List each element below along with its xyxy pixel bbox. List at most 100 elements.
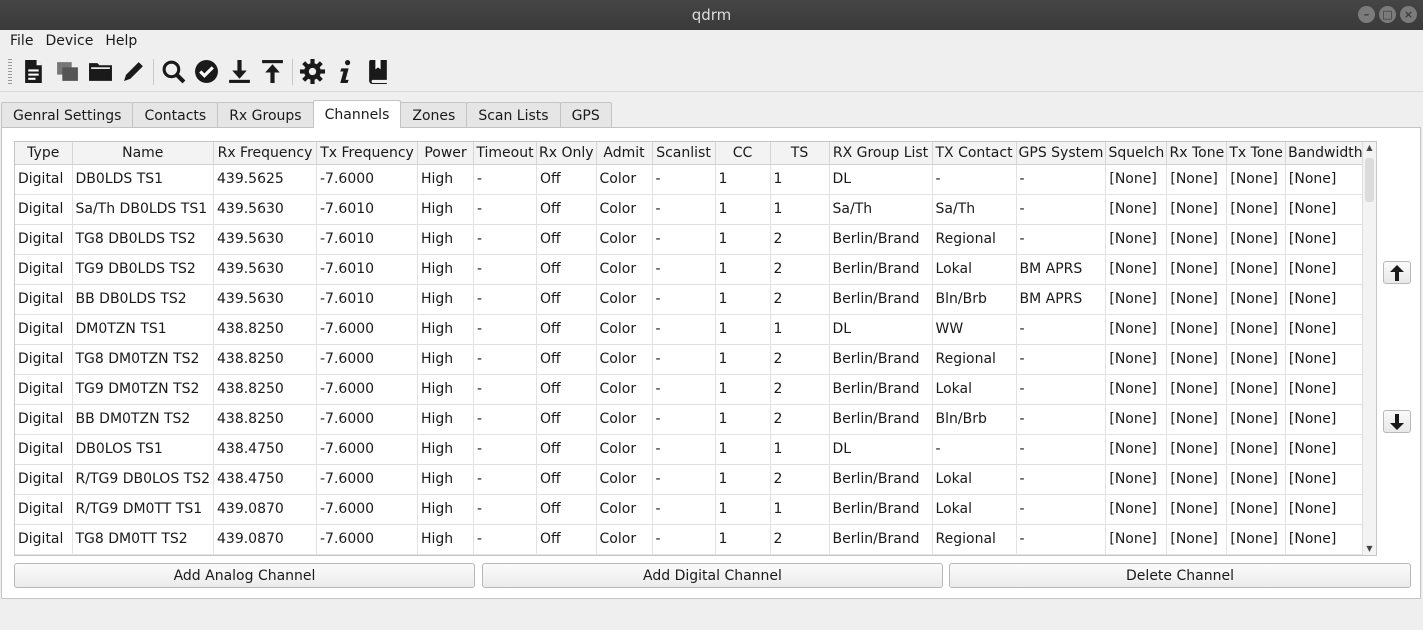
table-cell[interactable]: -7.6000 [316, 524, 418, 555]
table-cell[interactable]: 439.0870 [213, 524, 317, 555]
table-cell[interactable]: -7.6000 [316, 464, 418, 495]
table-cell[interactable]: 1 [715, 464, 771, 495]
table-cell[interactable]: Digital [15, 164, 73, 195]
table-cell[interactable]: Digital [15, 404, 73, 435]
table-cell[interactable]: [None] [1166, 524, 1228, 555]
table-cell[interactable]: 1 [715, 344, 771, 375]
table-cell[interactable]: [None] [1226, 434, 1286, 465]
table-cell[interactable]: [None] [1105, 194, 1168, 225]
download-icon[interactable] [223, 55, 256, 88]
table-row[interactable]: Digital TG9 DB0LDS TS2 439.5630 -7.6010 High… [15, 254, 1366, 285]
table-cell[interactable]: High [417, 494, 474, 525]
table-row[interactable]: Digital BB DM0TZN TS2 438.8250 -7.6000 High -… [15, 404, 1366, 435]
table-cell[interactable]: [None] [1166, 194, 1228, 225]
tab-contacts[interactable]: Contacts [132, 102, 219, 128]
table-cell[interactable]: DL [829, 434, 933, 465]
table-cell[interactable]: High [417, 464, 474, 495]
table-cell[interactable]: Bln/Brb [932, 404, 1017, 435]
table-cell[interactable]: Digital [15, 494, 73, 525]
table-cell[interactable]: Color [596, 254, 653, 285]
table-cell[interactable]: - [1016, 404, 1107, 435]
table-cell[interactable]: Color [596, 344, 653, 375]
table-cell[interactable]: - [473, 224, 537, 255]
table-cell[interactable]: Digital [15, 434, 73, 465]
table-cell[interactable]: [None] [1105, 254, 1168, 285]
table-cell[interactable]: [None] [1226, 524, 1286, 555]
table-cell[interactable]: Off [536, 374, 597, 405]
tab-channels[interactable]: Channels [312, 100, 402, 128]
table-cell[interactable]: [None] [1166, 254, 1228, 285]
table-cell[interactable]: [None] [1285, 464, 1366, 495]
table-cell[interactable]: [None] [1226, 374, 1286, 405]
table-cell[interactable]: 2 [770, 524, 830, 555]
table-cell[interactable]: 1 [715, 194, 771, 225]
table-cell[interactable]: [None] [1226, 194, 1286, 225]
table-cell[interactable]: -7.6000 [316, 374, 418, 405]
table-cell[interactable]: High [417, 524, 474, 555]
table-cell[interactable]: 438.8250 [213, 404, 317, 435]
table-cell[interactable]: 1 [715, 314, 771, 345]
table-cell[interactable]: Color [596, 434, 653, 465]
table-cell[interactable]: 2 [770, 224, 830, 255]
table-cell[interactable]: - [652, 374, 716, 405]
table-cell[interactable]: [None] [1166, 404, 1228, 435]
table-cell[interactable]: - [652, 194, 716, 225]
table-cell[interactable]: [None] [1105, 164, 1168, 195]
table-cell[interactable]: - [1016, 524, 1107, 555]
delete-channel-button[interactable]: Delete Channel [949, 563, 1411, 588]
tab-scan-lists[interactable]: Scan Lists [466, 102, 561, 128]
table-cell[interactable]: [None] [1105, 494, 1168, 525]
table-cell[interactable]: - [1016, 194, 1107, 225]
column-header[interactable]: Bandwidth [1285, 142, 1366, 165]
column-header[interactable]: Squelch [1105, 142, 1168, 165]
table-cell[interactable]: - [652, 254, 716, 285]
add-digital-channel-button[interactable]: Add Digital Channel [482, 563, 943, 588]
table-cell[interactable]: - [1016, 434, 1107, 465]
column-header[interactable]: Type [15, 142, 73, 165]
table-cell[interactable]: TG8 DM0TT TS2 [72, 524, 214, 555]
table-cell[interactable]: TG9 DB0LDS TS2 [72, 254, 214, 285]
table-cell[interactable]: Digital [15, 344, 73, 375]
table-cell[interactable]: [None] [1105, 314, 1168, 345]
table-cell[interactable]: 438.4750 [213, 464, 317, 495]
table-cell[interactable]: Off [536, 164, 597, 195]
table-cell[interactable]: TG8 DB0LDS TS2 [72, 224, 214, 255]
table-cell[interactable]: 438.4750 [213, 434, 317, 465]
table-cell[interactable]: Bln/Brb [932, 284, 1017, 315]
table-cell[interactable]: High [417, 164, 474, 195]
table-cell[interactable]: - [652, 344, 716, 375]
table-cell[interactable]: 1 [770, 164, 830, 195]
table-cell[interactable]: Off [536, 404, 597, 435]
table-cell[interactable]: 1 [715, 254, 771, 285]
column-header[interactable]: TS [770, 142, 830, 165]
table-row[interactable]: Digital DM0TZN TS1 438.8250 -7.6000 High - Off… [15, 314, 1366, 345]
table-row[interactable]: Digital DB0LOS TS1 438.4750 -7.6000 High - Off… [15, 434, 1366, 465]
table-cell[interactable]: - [1016, 164, 1107, 195]
tab-gps[interactable]: GPS [559, 102, 612, 128]
table-cell[interactable]: Off [536, 284, 597, 315]
table-cell[interactable]: - [1016, 464, 1107, 495]
table-cell[interactable]: 439.5630 [213, 224, 317, 255]
close-icon[interactable]: × [1400, 6, 1417, 23]
table-cell[interactable]: - [1016, 494, 1107, 525]
table-cell[interactable]: Off [536, 434, 597, 465]
table-row[interactable]: Digital DB0LDS TS1 439.5625 -7.6000 High - Off… [15, 164, 1366, 195]
table-cell[interactable]: 439.5630 [213, 194, 317, 225]
table-cell[interactable]: Digital [15, 524, 73, 555]
table-cell[interactable]: [None] [1226, 344, 1286, 375]
table-cell[interactable]: -7.6000 [316, 494, 418, 525]
upload-icon[interactable] [256, 55, 289, 88]
table-cell[interactable]: Color [596, 374, 653, 405]
table-row[interactable]: Digital R/TG9 DB0LOS TS2 438.4750 -7.6000 Hi… [15, 464, 1366, 495]
table-cell[interactable]: Off [536, 314, 597, 345]
table-row[interactable]: Digital TG8 DM0TT TS2 439.0870 -7.6000 High -… [15, 524, 1366, 555]
table-cell[interactable]: [None] [1166, 224, 1228, 255]
table-cell[interactable]: - [652, 524, 716, 555]
table-cell[interactable]: 1 [715, 374, 771, 405]
table-cell[interactable]: High [417, 314, 474, 345]
table-cell[interactable]: [None] [1105, 284, 1168, 315]
pencil-icon[interactable] [117, 55, 150, 88]
table-cell[interactable]: Sa/Th [932, 194, 1017, 225]
table-cell[interactable]: -7.6000 [316, 434, 418, 465]
menu-device[interactable]: Device [39, 33, 99, 49]
